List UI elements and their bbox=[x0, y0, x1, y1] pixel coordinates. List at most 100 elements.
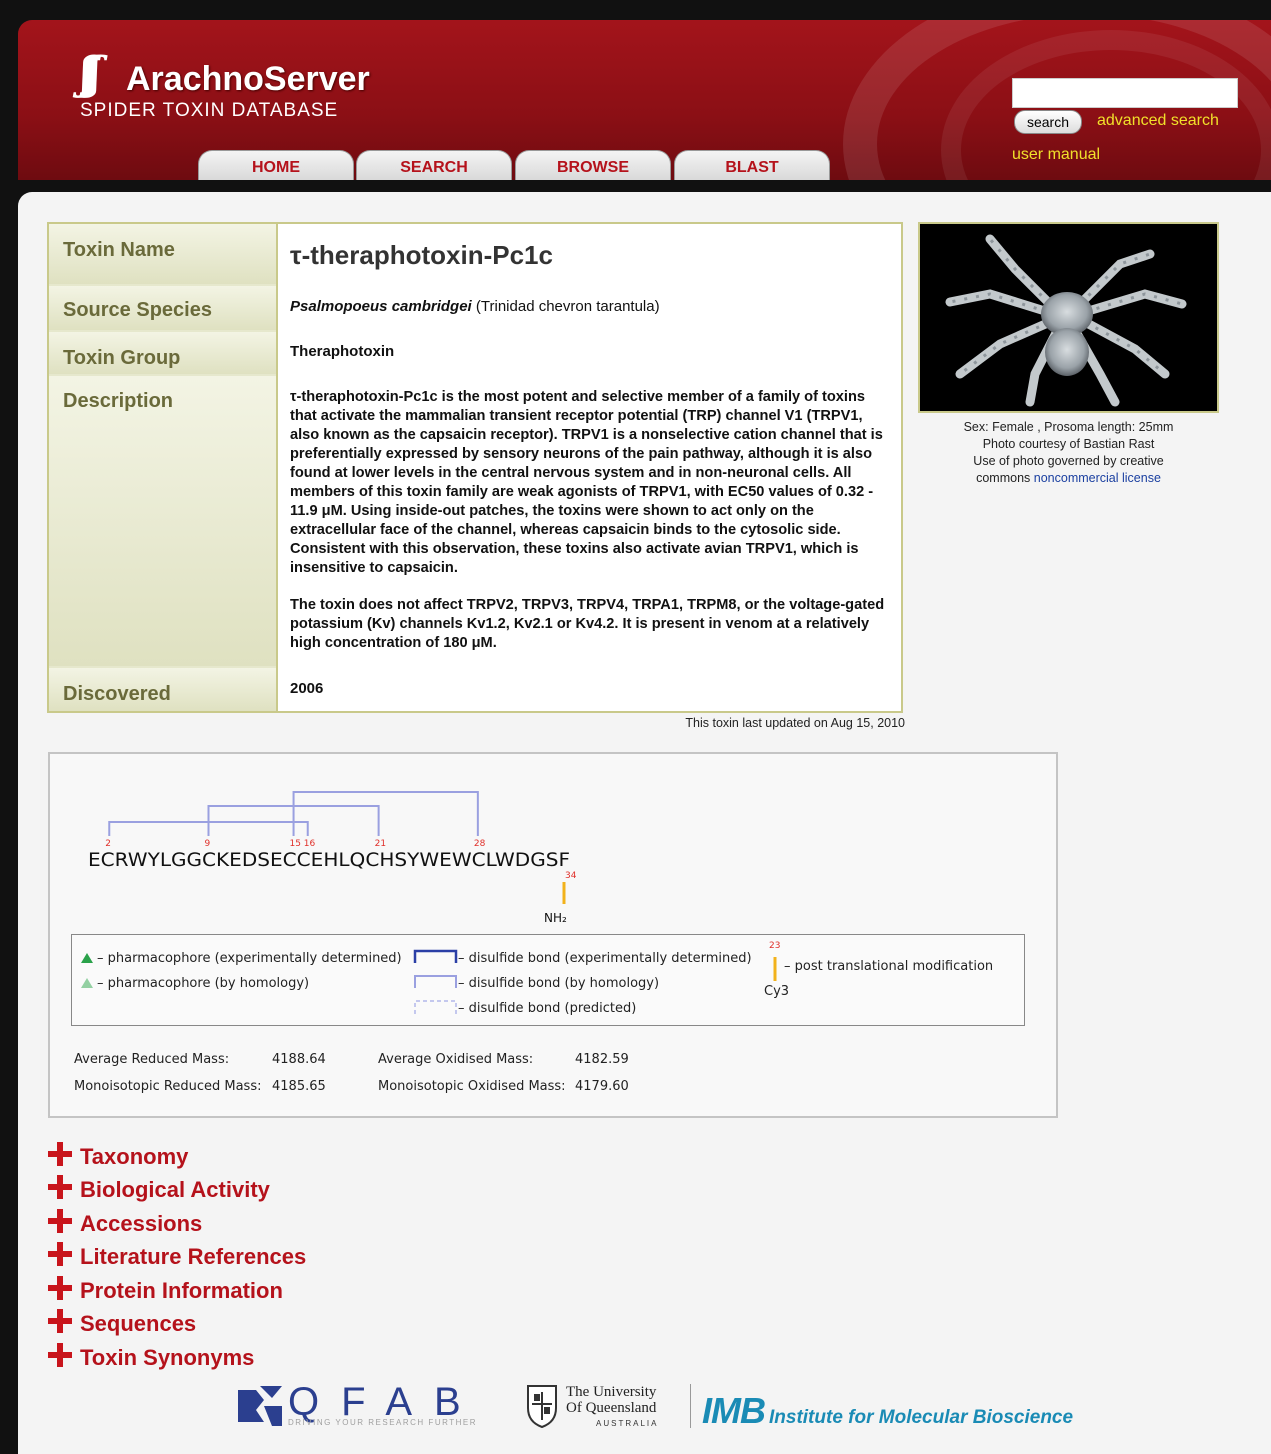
mono-oxidised-mass-value: 4179.60 bbox=[575, 1079, 629, 1094]
source-species-value: Psalmopoeus cambridgei (Trinidad chevron… bbox=[290, 298, 660, 315]
expand-plus-icon bbox=[48, 1175, 72, 1199]
imb-logo[interactable]: IMB Institute for Molecular Bioscience bbox=[702, 1390, 1073, 1432]
caption-line: Photo courtesy of Bastian Rast bbox=[982, 437, 1155, 451]
modification-position: 34 bbox=[565, 871, 577, 881]
uq-logo[interactable]: The University Of Queensland AUSTRALIA bbox=[524, 1384, 684, 1430]
label-toxin-name: Toxin Name bbox=[49, 224, 276, 284]
site-header: ʃʃ ArachnoServer SPIDER TOXIN DATABASE H… bbox=[18, 20, 1271, 180]
caption-text: commons bbox=[976, 471, 1031, 485]
caption-line: commons noncommercial license bbox=[918, 470, 1219, 487]
tarantula-image bbox=[945, 234, 1187, 407]
caption-line: Sex: Female , Prosoma length: 25mm bbox=[963, 420, 1174, 434]
modification-label: NH₂ bbox=[544, 911, 567, 924]
logo-title: ArachnoServer bbox=[126, 60, 370, 98]
uq-country: AUSTRALIA bbox=[596, 1419, 659, 1428]
section-literature-references[interactable]: Literature References bbox=[48, 1240, 306, 1270]
photo-caption: Sex: Female , Prosoma length: 25mm Photo… bbox=[918, 419, 1219, 487]
tab-home[interactable]: HOME bbox=[198, 150, 354, 180]
cysteine-position-labels: 2 9 15 16 21 28 bbox=[105, 839, 485, 849]
pharmacophore-experimental-icon bbox=[81, 953, 93, 963]
section-label: Accessions bbox=[80, 1211, 203, 1236]
expand-plus-icon bbox=[48, 1142, 72, 1166]
qfab-tagline: DRIVING YOUR RESEARCH FURTHER bbox=[288, 1418, 477, 1427]
qfab-mark-icon bbox=[238, 1386, 282, 1426]
cysteine-position: 28 bbox=[474, 839, 486, 849]
tab-search[interactable]: SEARCH bbox=[356, 150, 512, 180]
expand-plus-icon bbox=[48, 1209, 72, 1233]
footer-divider bbox=[690, 1384, 691, 1428]
species-common-name: (Trinidad chevron tarantula) bbox=[475, 298, 660, 315]
advanced-search-link[interactable]: advanced search bbox=[1097, 112, 1219, 130]
label-source-species: Source Species bbox=[49, 286, 276, 330]
legend-disulfide-predicted: – disulfide bond (predicted) bbox=[458, 1001, 637, 1016]
section-label: Literature References bbox=[80, 1244, 307, 1269]
legend-pharmacophore-homology: – pharmacophore (by homology) bbox=[97, 976, 310, 991]
label-description: Description bbox=[49, 376, 276, 666]
logo-subtitle: SPIDER TOXIN DATABASE bbox=[80, 100, 339, 121]
legend-ptm-example: Cy3 bbox=[764, 984, 790, 999]
section-label: Protein Information bbox=[80, 1278, 283, 1303]
caption-line: Use of photo governed by creative bbox=[973, 454, 1164, 468]
cysteine-position: 16 bbox=[304, 839, 316, 849]
cysteine-position: 15 bbox=[290, 839, 301, 849]
disulfide-bonds bbox=[108, 791, 479, 836]
expand-plus-icon bbox=[48, 1276, 72, 1300]
sequence-panel: 2 9 15 16 21 28 ECRWYLGGCKEDSECCEHLQCHSYWEWCL… bbox=[48, 752, 1058, 1118]
avg-oxidised-mass-label: Average Oxidised Mass: bbox=[378, 1052, 534, 1067]
user-manual-link[interactable]: user manual bbox=[1012, 146, 1100, 164]
avg-reduced-mass-label: Average Reduced Mass: bbox=[74, 1052, 230, 1067]
uq-name-line1: The University bbox=[566, 1384, 657, 1400]
legend-ptm-number: 23 bbox=[769, 941, 781, 951]
section-protein-information[interactable]: Protein Information bbox=[48, 1274, 283, 1304]
section-accessions[interactable]: Accessions bbox=[48, 1207, 202, 1237]
label-column: Toxin Name Source Species Toxin Group De… bbox=[49, 224, 278, 711]
expand-plus-icon bbox=[48, 1309, 72, 1333]
mono-reduced-mass-value: 4185.65 bbox=[272, 1079, 326, 1094]
label-discovered: Discovered bbox=[49, 668, 276, 711]
tab-blast[interactable]: BLAST bbox=[674, 150, 830, 180]
legend-disulfide-experimental: – disulfide bond (experimentally determi… bbox=[458, 951, 752, 966]
avg-oxidised-mass-value: 4182.59 bbox=[575, 1052, 629, 1067]
toxin-info-table: Toxin Name Source Species Toxin Group De… bbox=[47, 222, 903, 713]
toxin-name-value: τ-theraphotoxin-Pc1c bbox=[290, 240, 553, 270]
tab-browse[interactable]: BROWSE bbox=[515, 150, 671, 180]
description-value: τ-theraphotoxin-Pc1c is the most potent … bbox=[290, 388, 888, 671]
expand-plus-icon bbox=[48, 1343, 72, 1367]
section-biological-activity[interactable]: Biological Activity bbox=[48, 1173, 270, 1203]
section-toxin-synonyms[interactable]: Toxin Synonyms bbox=[48, 1341, 254, 1371]
spider-photo bbox=[918, 222, 1219, 413]
last-updated-note: This toxin last updated on Aug 15, 2010 bbox=[685, 716, 905, 730]
description-paragraph: The toxin does not affect TRPV2, TRPV3, … bbox=[290, 597, 885, 651]
disulfide-homology-icon bbox=[414, 975, 457, 988]
disulfide-experimental-icon bbox=[413, 949, 458, 963]
species-scientific-name: Psalmopoeus cambridgei bbox=[290, 298, 472, 315]
spider-claw-icon: ʃʃ bbox=[80, 48, 101, 99]
license-link[interactable]: noncommercial license bbox=[1034, 471, 1161, 485]
uq-crest-icon bbox=[527, 1385, 557, 1428]
legend-ptm: – post translational modification bbox=[784, 959, 994, 974]
avg-reduced-mass-value: 4188.64 bbox=[272, 1052, 326, 1067]
legend-pharmacophore-experimental: – pharmacophore (experimentally determin… bbox=[97, 951, 402, 966]
mono-reduced-mass-label: Monoisotopic Reduced Mass: bbox=[74, 1079, 262, 1094]
description-paragraph: τ-theraphotoxin-Pc1c is the most potent … bbox=[290, 389, 883, 576]
section-label: Toxin Synonyms bbox=[80, 1345, 255, 1370]
search-input[interactable] bbox=[1012, 78, 1238, 108]
legend-disulfide-homology: – disulfide bond (by homology) bbox=[458, 976, 660, 991]
cysteine-position: 2 bbox=[105, 839, 111, 849]
disulfide-connectivity-diagram: 2 9 15 16 21 28 ECRWYLGGCKEDSECCEHLQCHSYWEWCL… bbox=[88, 791, 577, 924]
expand-plus-icon bbox=[48, 1242, 72, 1266]
section-sequences[interactable]: Sequences bbox=[48, 1307, 196, 1337]
section-label: Sequences bbox=[80, 1311, 197, 1336]
section-taxonomy[interactable]: Taxonomy bbox=[48, 1140, 188, 1170]
toxin-group-value: Theraphotoxin bbox=[290, 343, 395, 360]
uq-name-line2: Of Queensland bbox=[566, 1400, 657, 1416]
search-button[interactable]: search bbox=[1014, 110, 1082, 134]
cysteine-position: 9 bbox=[205, 839, 211, 849]
label-toxin-group: Toxin Group bbox=[49, 332, 276, 374]
sequence-legend: – pharmacophore (experimentally determin… bbox=[71, 934, 1025, 1026]
discovered-value: 2006 bbox=[290, 680, 324, 697]
pharmacophore-homology-icon bbox=[81, 978, 93, 988]
imb-name: Institute for Molecular Bioscience bbox=[769, 1407, 1074, 1428]
section-label: Taxonomy bbox=[80, 1144, 189, 1169]
qfab-logo[interactable]: QFAB DRIVING YOUR RESEARCH FURTHER bbox=[238, 1380, 508, 1430]
